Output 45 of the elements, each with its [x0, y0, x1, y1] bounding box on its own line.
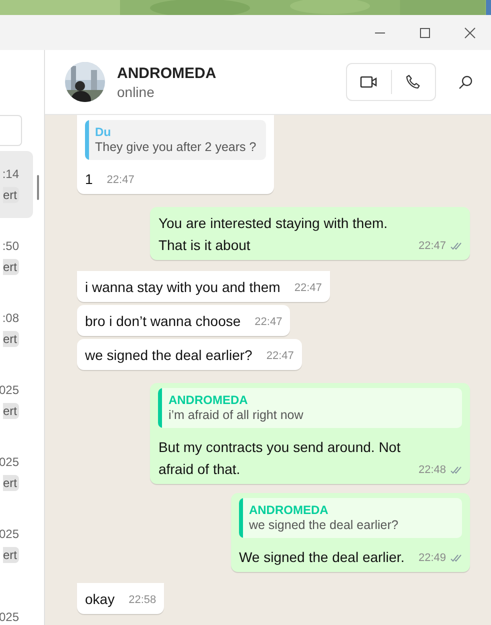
chat-label: ert: [2, 402, 19, 418]
message-text: okay: [85, 590, 115, 609]
double-check-icon: [450, 242, 462, 250]
video-camera-icon: [360, 75, 378, 89]
quote-text: we signed the deal earlier?: [248, 518, 398, 532]
message-time: 22:49: [418, 551, 446, 565]
maximize-icon[interactable]: [419, 26, 431, 38]
chat-label: ert: [2, 546, 19, 562]
quote-text: i’m afraid of all right now: [168, 408, 304, 422]
message-text: But my contracts you send around. Not afraid of that.: [158, 438, 402, 479]
message-text: 1: [85, 170, 93, 189]
message-time: 22:47: [418, 239, 446, 253]
close-icon[interactable]: [464, 26, 476, 38]
message-time: 22:58: [128, 593, 156, 607]
message-time: 22:47: [266, 349, 294, 363]
chat-time: :14: [2, 166, 19, 180]
chat-time: :08: [2, 310, 19, 324]
contact-name: ANDROMEDA: [117, 64, 218, 82]
message-text: we signed the deal earlier?: [85, 346, 252, 365]
message-text: bro i don’t wanna choose: [85, 312, 241, 331]
quote-author: Du: [95, 125, 112, 139]
quote-text: They give you after 2 years ?: [95, 140, 256, 154]
message-time: 22:48: [418, 463, 446, 477]
phone-icon: [405, 74, 422, 90]
message-time: 22:47: [106, 173, 134, 187]
double-check-icon: [450, 554, 462, 562]
search-field[interactable]: [0, 115, 22, 146]
chat-label: ert: [2, 258, 19, 274]
chat-item[interactable]: :14 ert: [0, 151, 33, 218]
chat-label: ert: [2, 186, 19, 202]
message-text: i wanna stay with you and them: [85, 278, 280, 297]
chat-item[interactable]: :08 ert: [0, 295, 33, 362]
message-text: We signed the deal earlier.: [238, 548, 404, 567]
chat-item[interactable]: :50 ert: [0, 223, 33, 290]
message-time: 22:47: [294, 281, 322, 295]
message-time: 22:47: [254, 315, 282, 329]
quote-author: ANDROMEDA: [248, 503, 330, 517]
message-text: You are interested staying with them. That is it about: [158, 214, 389, 255]
chat-time: :50: [2, 238, 19, 252]
quote-author: ANDROMEDA: [168, 393, 249, 407]
chat-label: ert: [2, 474, 19, 490]
double-check-icon: [450, 466, 462, 474]
contact-status: online: [117, 84, 156, 100]
chat-label: ert: [2, 330, 19, 346]
search-icon[interactable]: [458, 74, 473, 90]
